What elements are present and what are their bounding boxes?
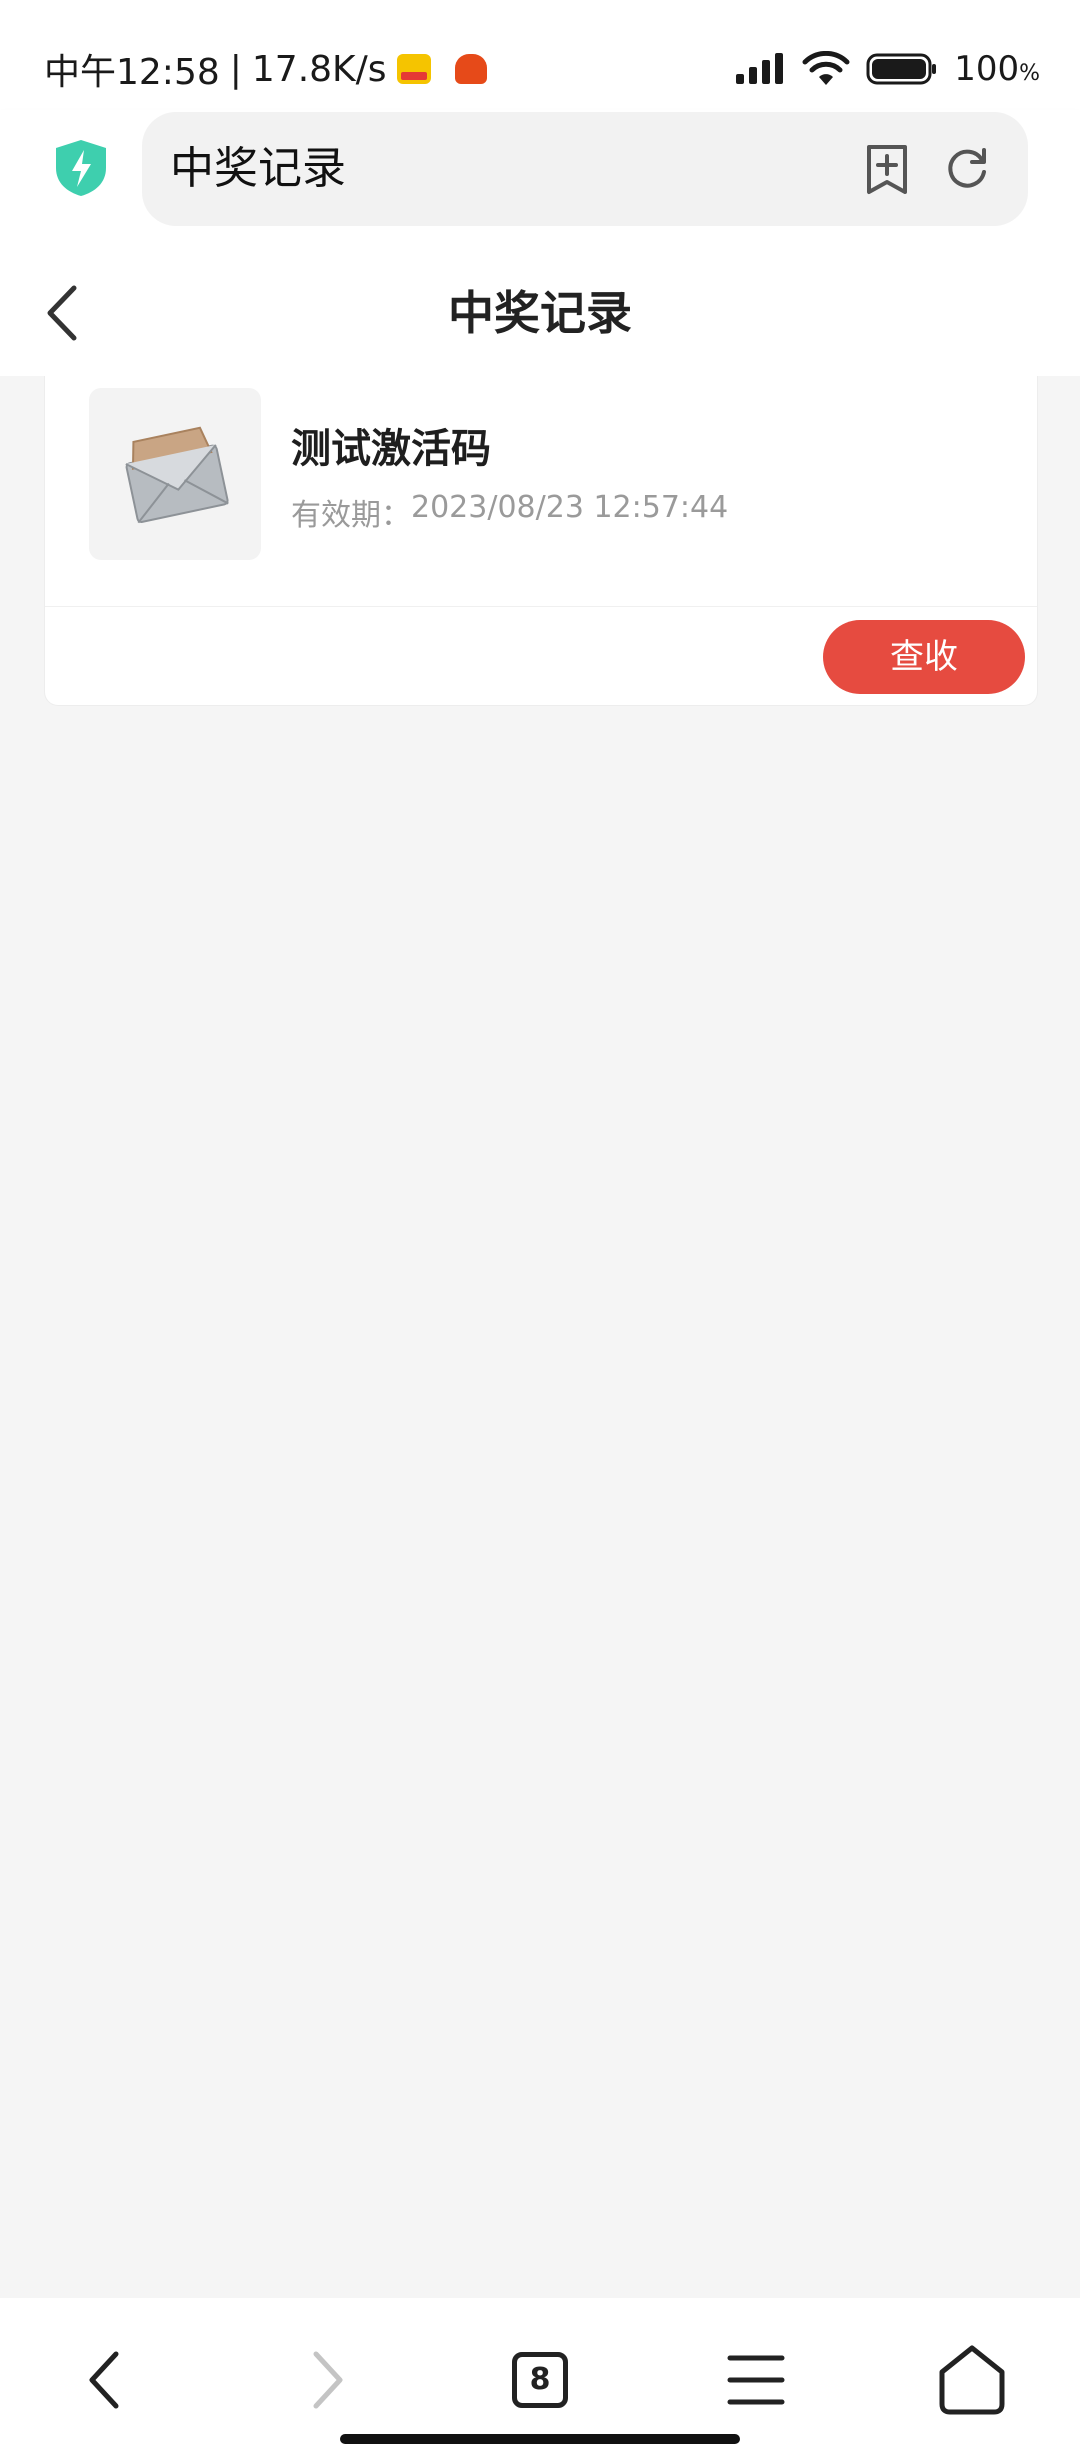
menu-icon[interactable]	[716, 2340, 796, 2420]
envelope-icon	[125, 426, 229, 524]
prize-name: 测试激活码	[291, 426, 491, 472]
page: 中午12:58 | 17.8K/s 100% 中奖记录 中奖记录 测试激活码 有…	[0, 0, 1080, 2460]
wifi-icon	[802, 51, 850, 85]
app-notification-icon	[396, 54, 431, 84]
robot-app-icon	[454, 54, 487, 84]
tabs-button[interactable]: 8	[500, 2340, 580, 2420]
refresh-icon[interactable]	[942, 144, 992, 194]
browser-toolbar: 中奖记录	[0, 110, 1080, 250]
page-header: 中奖记录	[0, 250, 1080, 376]
prize-expiry-label: 有效期：	[291, 498, 411, 533]
prize-expiry-value: 2023/08/23 12:57:44	[411, 490, 729, 525]
card-divider	[45, 606, 1037, 607]
status-bar: 中午12:58 | 17.8K/s 100%	[0, 0, 1080, 110]
status-separator: |	[229, 48, 242, 90]
prize-thumbnail	[89, 388, 261, 560]
address-bar[interactable]: 中奖记录	[142, 112, 1028, 226]
signal-icon	[736, 53, 784, 84]
battery-percent: 100%	[954, 49, 1040, 89]
view-prize-button[interactable]: 查收	[823, 620, 1025, 694]
prize-expiry: 有效期： 2023/08/23 12:57:44	[291, 490, 728, 534]
status-left: 中午12:58 | 17.8K/s	[44, 44, 487, 94]
prize-record-card: 测试激活码 有效期： 2023/08/23 12:57:44 查收	[44, 376, 1038, 706]
status-net-speed: 17.8K/s	[251, 48, 387, 90]
address-title[interactable]: 中奖记录	[170, 112, 346, 226]
shield-icon[interactable]	[52, 138, 110, 198]
back-icon[interactable]	[68, 2340, 148, 2420]
page-title: 中奖记录	[448, 286, 632, 340]
home-indicator[interactable]	[340, 2434, 740, 2444]
home-icon[interactable]	[932, 2340, 1012, 2420]
status-right: 100%	[734, 44, 1040, 94]
tab-count[interactable]: 8	[512, 2352, 568, 2408]
battery-icon	[866, 53, 937, 85]
forward-icon[interactable]	[284, 2340, 364, 2420]
bookmark-add-icon[interactable]	[862, 142, 912, 196]
status-time: 中午12:58	[44, 52, 220, 93]
